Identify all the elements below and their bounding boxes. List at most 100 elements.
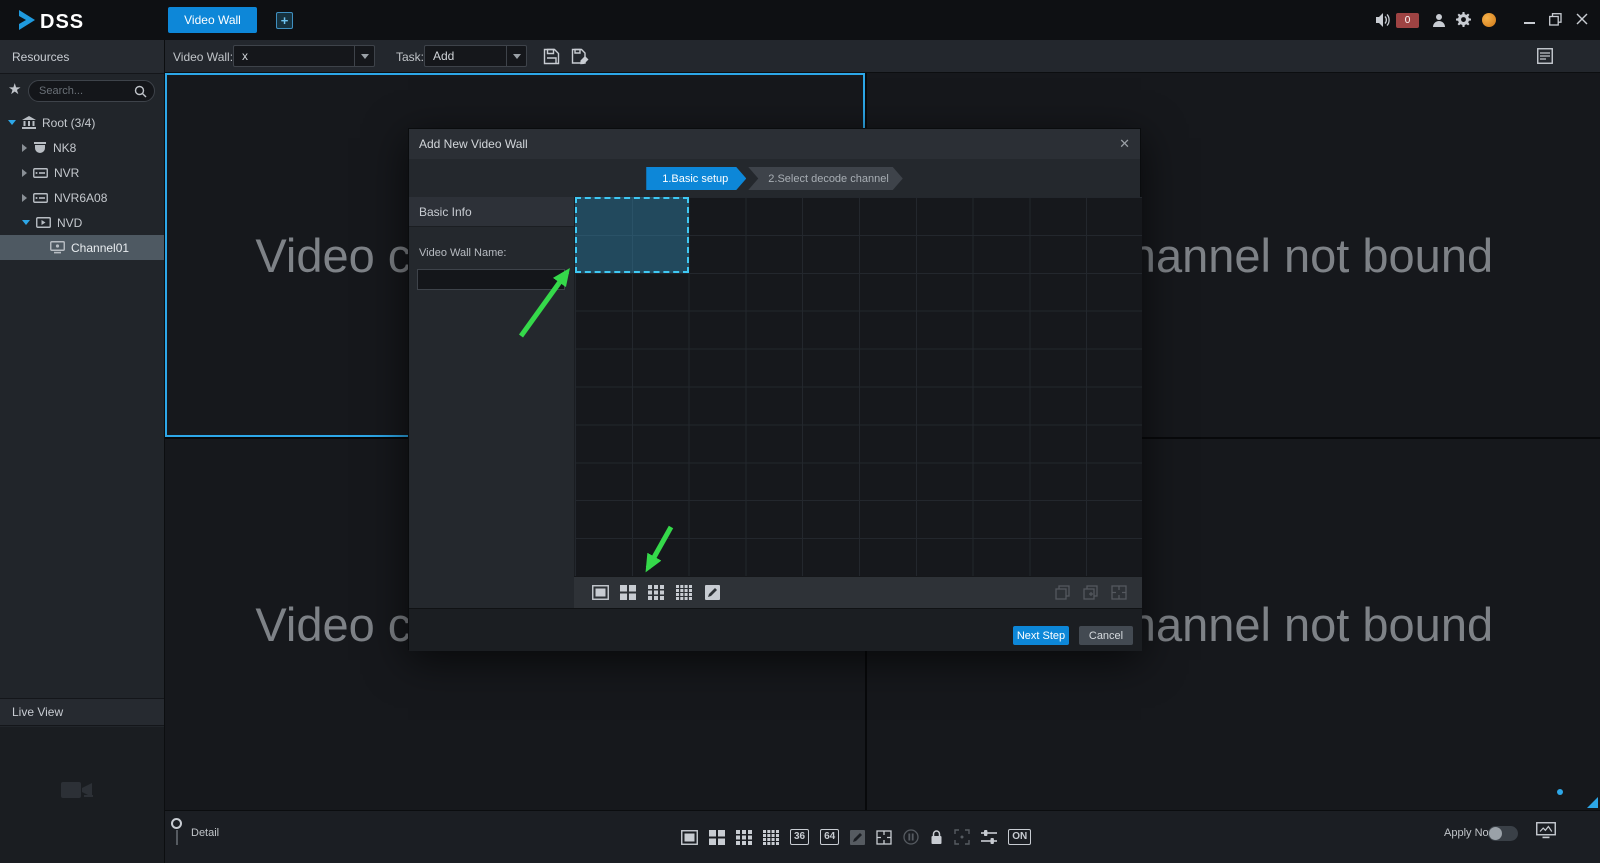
dialog-titlebar: Add New Video Wall bbox=[409, 129, 1140, 159]
dialog-footer: Next Step Cancel bbox=[409, 608, 1142, 651]
dss-logo-text: DSS bbox=[40, 11, 84, 34]
step-basic-setup[interactable]: 1.Basic setup bbox=[646, 167, 746, 190]
chevron-right-icon bbox=[22, 194, 27, 202]
step-label: 1.Basic setup bbox=[662, 173, 728, 185]
video-camera-icon bbox=[60, 779, 94, 806]
split-1-icon[interactable] bbox=[681, 830, 698, 845]
pause-icon[interactable] bbox=[903, 829, 919, 845]
search-icon[interactable] bbox=[134, 85, 147, 103]
nvr-icon bbox=[33, 193, 48, 203]
apply-now-toggle[interactable] bbox=[1488, 826, 1518, 841]
decoder-icon bbox=[36, 217, 51, 228]
duplicate-icon[interactable] bbox=[1083, 585, 1098, 605]
detail-label: Detail bbox=[191, 827, 219, 839]
video-wall-label: Video Wall: bbox=[173, 50, 233, 64]
chevron-right-icon bbox=[22, 144, 27, 152]
resources-header-label: Resources bbox=[12, 50, 69, 64]
save-as-icon[interactable] bbox=[571, 48, 590, 70]
user-icon[interactable] bbox=[1432, 13, 1446, 27]
wizard-steps: 1.Basic setup 2.Select decode channel bbox=[409, 167, 1140, 190]
sidebar-item-channel01[interactable]: Channel01 bbox=[0, 235, 164, 260]
dome-camera-icon bbox=[33, 142, 47, 154]
search-box[interactable] bbox=[28, 80, 155, 102]
alarm-count-badge[interactable]: 0 bbox=[1396, 13, 1419, 28]
next-step-button[interactable]: Next Step bbox=[1013, 626, 1069, 645]
live-view-label: Live View bbox=[12, 705, 63, 719]
split-64-button[interactable]: 64 bbox=[820, 829, 839, 845]
task-label: Task: bbox=[396, 50, 424, 64]
split-16-icon[interactable] bbox=[676, 585, 692, 605]
split-9-icon[interactable] bbox=[736, 830, 752, 845]
minimize-icon[interactable] bbox=[1524, 12, 1535, 26]
gear-icon[interactable] bbox=[1456, 12, 1471, 27]
favorites-star-icon[interactable]: ★ bbox=[8, 82, 21, 97]
grid-selection[interactable] bbox=[575, 197, 689, 273]
help-sphere-icon[interactable] bbox=[1482, 13, 1496, 27]
detail-slider-track bbox=[176, 830, 178, 845]
save-icon[interactable] bbox=[543, 48, 560, 70]
tree-label: NVR bbox=[54, 166, 79, 180]
sidebar-item-root[interactable]: Root (3/4) bbox=[0, 110, 164, 135]
titlebar: DSS Video Wall + 0 bbox=[0, 0, 1600, 40]
close-icon[interactable] bbox=[1576, 13, 1588, 25]
basic-info-label: Basic Info bbox=[419, 205, 472, 219]
wall-display-icon[interactable] bbox=[1536, 822, 1556, 844]
dss-logo: DSS bbox=[16, 8, 84, 37]
tree-label: NVD bbox=[57, 216, 82, 230]
split-16-icon[interactable] bbox=[763, 830, 779, 845]
video-wall-name-label: Video Wall Name: bbox=[419, 247, 506, 259]
chevron-down-icon bbox=[22, 220, 30, 225]
stream-adjust-icon[interactable] bbox=[981, 830, 997, 844]
nvr-icon bbox=[33, 168, 48, 178]
sidebar-item-nk8[interactable]: NK8 bbox=[0, 135, 164, 160]
expand-icon[interactable] bbox=[954, 829, 970, 845]
step-select-decode-channel[interactable]: 2.Select decode channel bbox=[748, 167, 902, 190]
cancel-button[interactable]: Cancel bbox=[1079, 626, 1133, 645]
live-view-section[interactable]: Live View bbox=[0, 698, 164, 726]
tree-label: NVR6A08 bbox=[54, 191, 107, 205]
video-wall-select-value: x bbox=[234, 49, 354, 63]
sidebar-item-nvd[interactable]: NVD bbox=[0, 210, 164, 235]
splice-icon[interactable] bbox=[1111, 585, 1127, 605]
panel-list-icon[interactable] bbox=[1537, 48, 1553, 69]
task-select-value: Add bbox=[425, 49, 506, 63]
split-1-icon[interactable] bbox=[592, 585, 609, 605]
chevron-down-icon bbox=[506, 46, 526, 66]
speaker-icon[interactable] bbox=[1376, 13, 1392, 27]
osd-on-button[interactable]: ON bbox=[1008, 829, 1031, 845]
dss-app: DSS Video Wall + 0 Resources ★ bbox=[0, 0, 1600, 863]
dialog-title: Add New Video Wall bbox=[419, 137, 528, 151]
tab-video-wall[interactable]: Video Wall bbox=[168, 7, 257, 33]
add-tab-button[interactable]: + bbox=[276, 12, 293, 29]
basic-info-header: Basic Info bbox=[409, 197, 574, 227]
restore-icon[interactable] bbox=[1549, 13, 1562, 26]
toggle-knob bbox=[1489, 827, 1502, 840]
lock-icon[interactable] bbox=[930, 829, 943, 845]
copy-icon[interactable] bbox=[1055, 585, 1070, 605]
detail-slider-knob[interactable] bbox=[171, 818, 182, 829]
splice-icon[interactable] bbox=[876, 830, 892, 845]
tree-label: Root (3/4) bbox=[42, 116, 95, 130]
video-wall-select[interactable]: x bbox=[233, 45, 375, 67]
edit-icon[interactable] bbox=[705, 585, 720, 605]
split-9-icon[interactable] bbox=[648, 585, 664, 605]
task-select[interactable]: Add bbox=[424, 45, 527, 67]
tree-label: Channel01 bbox=[71, 241, 129, 255]
sidebar-item-nvr6a08[interactable]: NVR6A08 bbox=[0, 185, 164, 210]
dss-logo-icon bbox=[16, 8, 38, 37]
wall-bottom-toolbar: Detail 36 64 ON Apply Now bbox=[165, 810, 1600, 863]
video-wall-name-input[interactable] bbox=[417, 269, 565, 290]
dialog-close-icon[interactable]: ✕ bbox=[1119, 136, 1130, 152]
edit-icon[interactable] bbox=[850, 830, 865, 845]
wall-layout-grid[interactable] bbox=[574, 197, 1142, 576]
resources-header: Resources bbox=[0, 40, 164, 74]
split-4-icon[interactable] bbox=[709, 830, 725, 845]
split-36-button[interactable]: 36 bbox=[790, 829, 809, 845]
search-input[interactable] bbox=[39, 82, 131, 100]
split-controls: 36 64 ON bbox=[681, 820, 1031, 854]
chevron-down-icon bbox=[8, 120, 16, 125]
sidebar-item-nvr[interactable]: NVR bbox=[0, 160, 164, 185]
split-4-icon[interactable] bbox=[620, 585, 636, 605]
next-step-label: Next Step bbox=[1017, 630, 1065, 642]
chevron-right-icon bbox=[22, 169, 27, 177]
